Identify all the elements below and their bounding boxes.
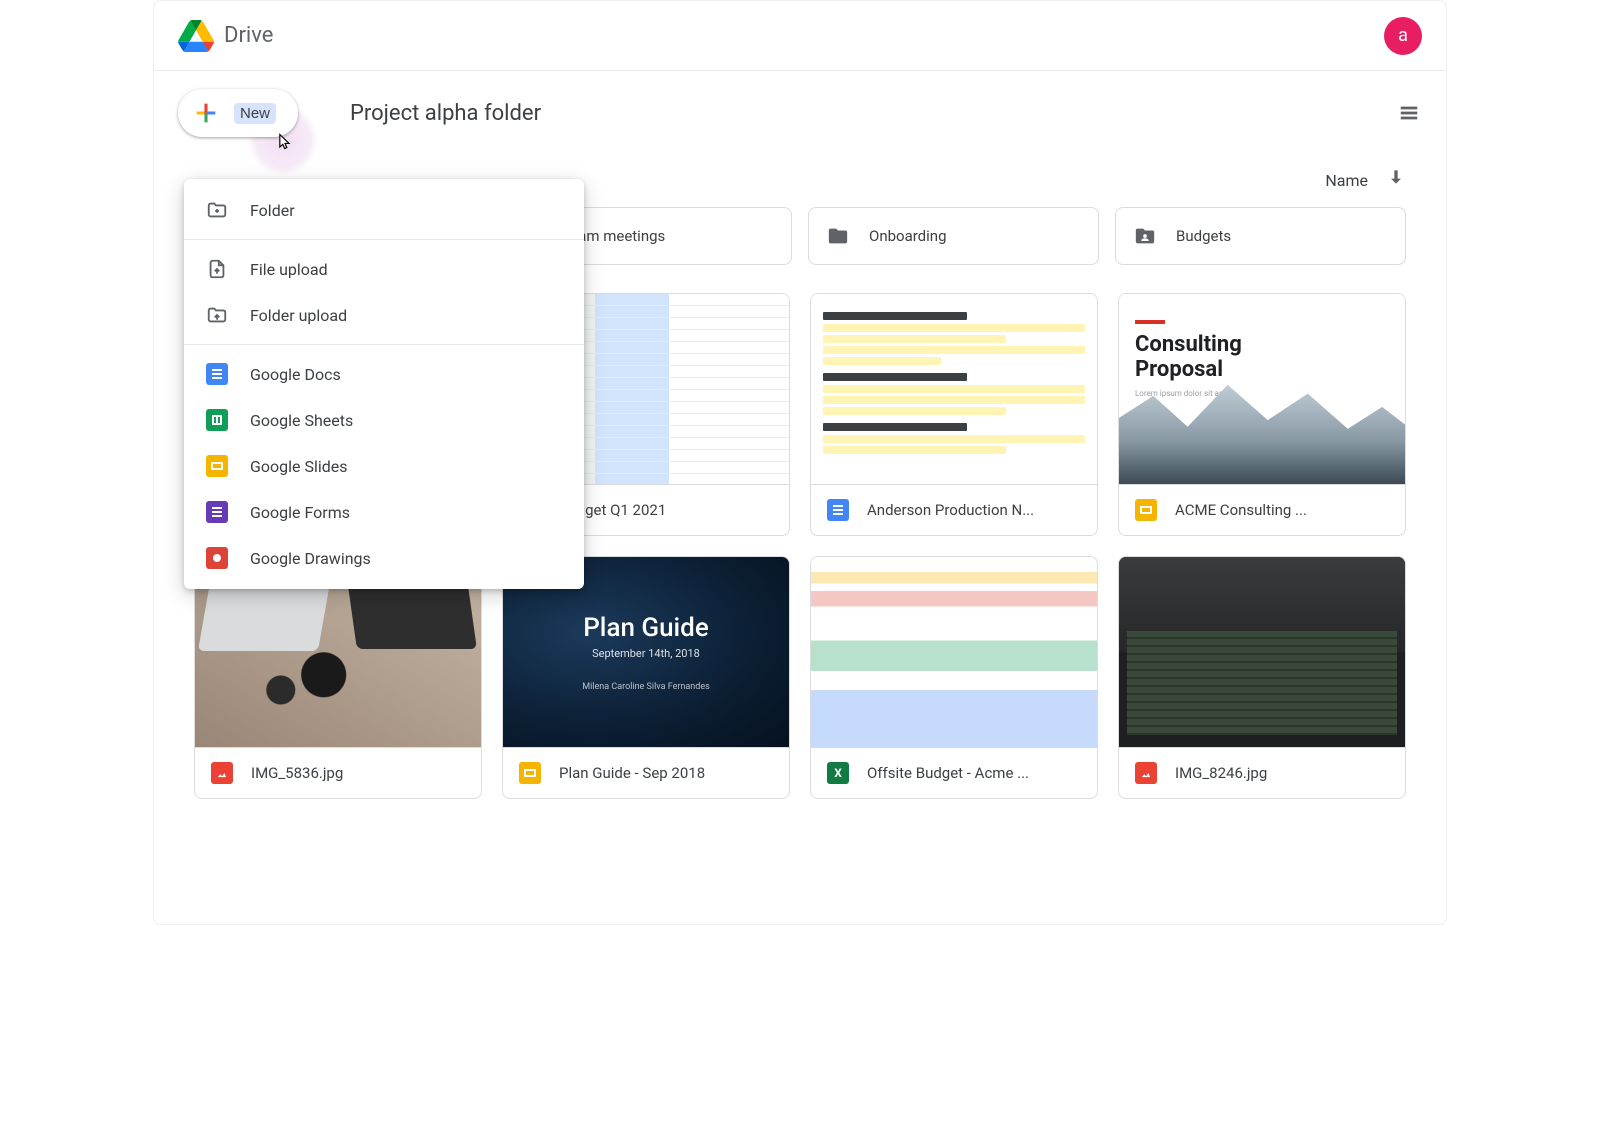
list-view-icon	[1398, 102, 1420, 124]
docs-icon	[827, 499, 849, 521]
folder-icon	[827, 225, 849, 247]
menu-item-label: Google Sheets	[250, 411, 353, 430]
file-name: Anderson Production N...	[867, 501, 1034, 519]
menu-separator	[184, 239, 584, 240]
breadcrumb-title[interactable]: Project alpha folder	[350, 101, 541, 126]
menu-item-label: Folder	[250, 201, 295, 220]
menu-item-label: Google Drawings	[250, 549, 371, 568]
folder-card[interactable]: Budgets	[1115, 207, 1406, 265]
menu-item-google-forms[interactable]: Google Forms	[184, 489, 584, 535]
excel-icon: X	[827, 762, 849, 784]
docs-icon	[206, 363, 228, 385]
slides-icon	[519, 762, 541, 784]
folder-name: Onboarding	[869, 227, 947, 245]
product-name: Drive	[224, 23, 273, 48]
folder-card[interactable]: Onboarding	[808, 207, 1099, 265]
shared-folder-icon	[1134, 225, 1156, 247]
file-upload-icon	[206, 258, 228, 280]
new-button-label: New	[234, 103, 276, 124]
file-card[interactable]: Plan Guide September 14th, 2018 Milena C…	[502, 556, 790, 799]
file-name: ACME Consulting ...	[1175, 501, 1307, 519]
drive-icon	[178, 20, 214, 52]
new-button[interactable]: New	[178, 89, 298, 137]
slides-icon	[206, 455, 228, 477]
file-thumbnail	[811, 294, 1097, 484]
new-menu: Folder File upload Folder upload Google …	[184, 179, 584, 589]
file-card[interactable]: X Offsite Budget - Acme ...	[810, 556, 1098, 799]
sheets-icon	[206, 409, 228, 431]
menu-item-file-upload[interactable]: File upload	[184, 246, 584, 292]
menu-item-google-sheets[interactable]: Google Sheets	[184, 397, 584, 443]
file-thumbnail	[1119, 557, 1405, 747]
file-thumbnail	[811, 557, 1097, 747]
menu-item-label: File upload	[250, 260, 328, 279]
forms-icon	[206, 501, 228, 523]
drawings-icon	[206, 547, 228, 569]
plus-icon	[192, 99, 220, 127]
menu-item-label: Folder upload	[250, 306, 347, 325]
menu-item-google-slides[interactable]: Google Slides	[184, 443, 584, 489]
toolbar: New Project alpha folder	[154, 71, 1446, 157]
menu-item-folder-upload[interactable]: Folder upload	[184, 292, 584, 338]
sort-direction-icon[interactable]	[1386, 167, 1406, 193]
file-card[interactable]: Consulting Proposal Lorem ipsum dolor si…	[1118, 293, 1406, 536]
new-folder-icon	[206, 199, 228, 221]
file-name: Plan Guide - Sep 2018	[559, 764, 705, 782]
file-card[interactable]: IMG_8246.jpg	[1118, 556, 1406, 799]
file-card[interactable]: Anderson Production N...	[810, 293, 1098, 536]
menu-item-label: Google Forms	[250, 503, 350, 522]
file-name: Offsite Budget - Acme ...	[867, 764, 1029, 782]
sort-label[interactable]: Name	[1325, 171, 1368, 190]
menu-item-label: Google Slides	[250, 457, 348, 476]
image-icon	[1135, 762, 1157, 784]
menu-item-google-docs[interactable]: Google Docs	[184, 351, 584, 397]
list-view-toggle[interactable]	[1396, 100, 1422, 126]
file-thumbnail: Consulting Proposal Lorem ipsum dolor si…	[1119, 294, 1405, 484]
slides-icon	[1135, 499, 1157, 521]
image-icon	[211, 762, 233, 784]
file-name: IMG_5836.jpg	[251, 764, 343, 782]
menu-item-folder[interactable]: Folder	[184, 187, 584, 233]
folder-upload-icon	[206, 304, 228, 326]
app-header: Drive a	[154, 1, 1446, 71]
menu-separator	[184, 344, 584, 345]
menu-item-label: Google Docs	[250, 365, 341, 384]
menu-item-google-drawings[interactable]: Google Drawings	[184, 535, 584, 581]
file-card[interactable]: IMG_5836.jpg	[194, 556, 482, 799]
file-name: IMG_8246.jpg	[1175, 764, 1267, 782]
folder-name: Budgets	[1176, 227, 1231, 245]
drive-logo[interactable]: Drive	[178, 20, 273, 52]
account-avatar[interactable]: a	[1384, 17, 1422, 55]
